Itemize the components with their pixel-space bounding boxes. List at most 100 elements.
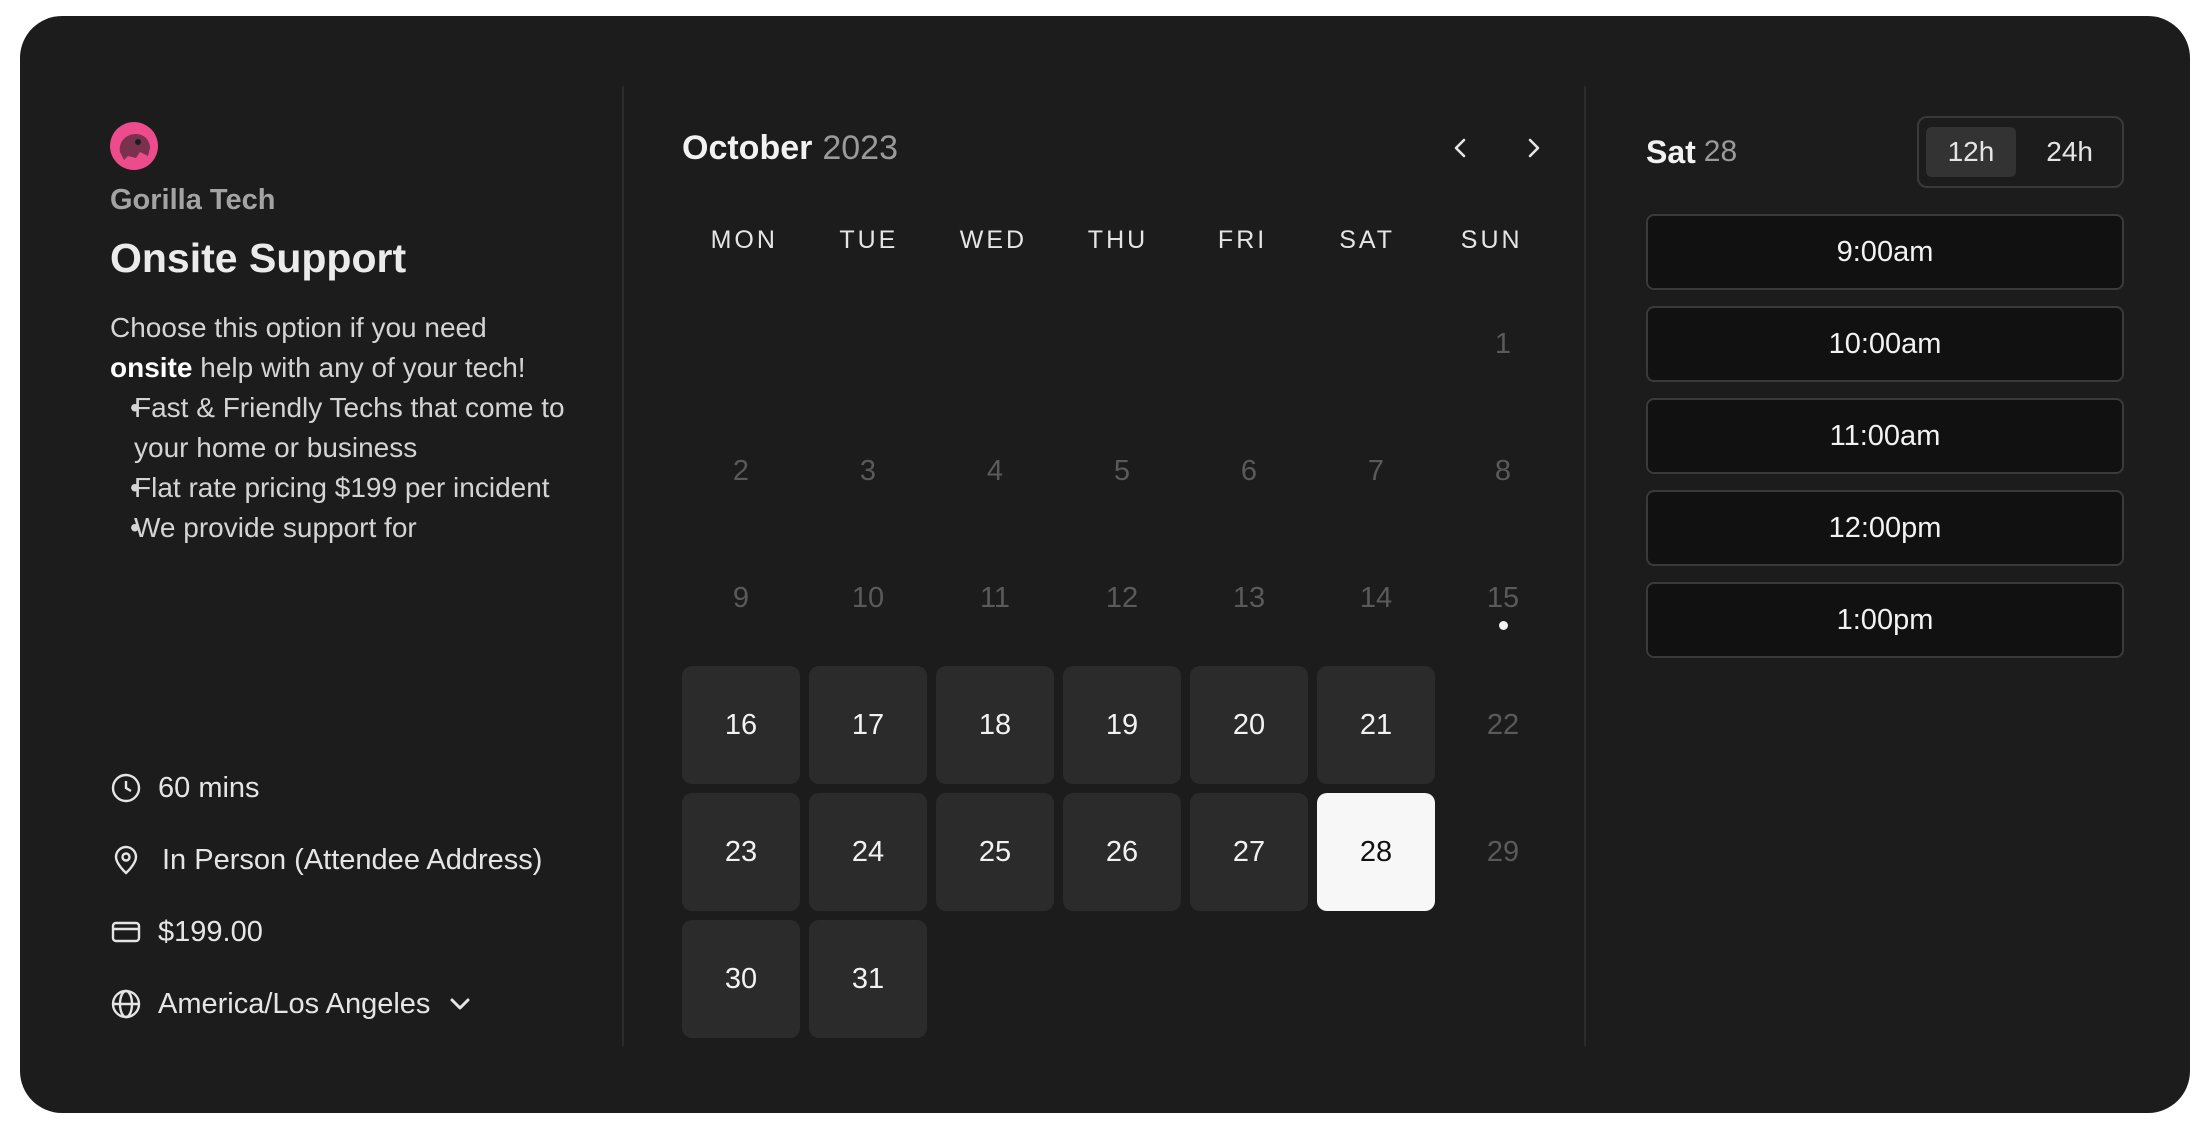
weekday-label: MON <box>710 226 778 254</box>
panel-divider <box>622 86 624 1046</box>
slot-list: 9:00am 10:00am 11:00am 12:00pm 1:00pm <box>1646 214 2124 658</box>
unavailable-day-cell: 29 <box>1444 793 1562 911</box>
available-day-button[interactable]: 30 <box>682 920 800 1038</box>
time-slots-panel: Sat 28 12h 24h 9:00am 10:00am 11:00am 12:00… <box>1646 116 2124 658</box>
description-intro: Choose this option if you need <box>110 312 487 343</box>
event-info-panel: Gorilla Tech Onsite Support Choose this … <box>110 122 580 664</box>
unavailable-day-cell: 7 <box>1317 412 1435 530</box>
day-number: 24 <box>851 835 885 868</box>
empty-day-cell <box>936 285 1054 403</box>
feature-item: We provide support for <box>130 508 580 548</box>
price-label: $199.00 <box>158 915 263 948</box>
next-month-button[interactable] <box>1512 127 1554 169</box>
day-number: 25 <box>978 835 1012 868</box>
day-number: 9 <box>732 581 750 614</box>
unavailable-day-cell: 1 <box>1444 285 1562 403</box>
month-navigation <box>1440 127 1554 169</box>
globe-icon <box>110 988 142 1020</box>
available-day-button[interactable]: 23 <box>682 793 800 911</box>
day-number: 23 <box>724 835 758 868</box>
empty-day-cell <box>809 285 927 403</box>
format-12h-button[interactable]: 12h <box>1925 127 2017 177</box>
available-day-button[interactable]: 31 <box>809 920 927 1038</box>
day-number: 30 <box>724 962 758 995</box>
today-indicator-dot <box>1499 621 1508 630</box>
day-number: 21 <box>1359 708 1393 741</box>
credit-card-icon <box>110 916 142 948</box>
selected-day-cell[interactable]: 28 <box>1317 793 1435 911</box>
available-day-button[interactable]: 21 <box>1317 666 1435 784</box>
day-number: 11 <box>979 581 1011 614</box>
day-number: 27 <box>1232 835 1266 868</box>
booking-card: Gorilla Tech Onsite Support Choose this … <box>20 16 2190 1113</box>
time-slot-button[interactable]: 11:00am <box>1646 398 2124 474</box>
available-day-button[interactable]: 24 <box>809 793 927 911</box>
chevron-down-icon <box>446 990 474 1018</box>
available-day-button[interactable]: 25 <box>936 793 1054 911</box>
unavailable-day-cell: 13 <box>1190 539 1308 657</box>
empty-day-cell <box>1190 285 1308 403</box>
unavailable-day-cell: 11 <box>936 539 1054 657</box>
unavailable-day-cell: 22 <box>1444 666 1562 784</box>
available-day-button[interactable]: 17 <box>809 666 927 784</box>
weekday-label: WED <box>959 226 1028 254</box>
weekday-header: MON TUE WED THU FRI SAT SUN <box>682 226 1554 255</box>
calendar: October 2023 MON TUE WED THU FRI SAT SUN… <box>682 122 1554 1038</box>
day-number: 10 <box>851 581 885 614</box>
available-day-button[interactable]: 27 <box>1190 793 1308 911</box>
event-title: Onsite Support <box>110 235 407 281</box>
day-grid: 1 2 3 4 5 6 7 8 9 10 11 12 13 14 15 16 17 18 19 20 21 22 23 24 2… <box>682 285 1554 1038</box>
price-row: $199.00 <box>110 896 542 968</box>
slots-header: Sat 28 12h 24h <box>1646 116 2124 188</box>
unavailable-day-cell: 12 <box>1063 539 1181 657</box>
format-24h-button[interactable]: 24h <box>2024 127 2115 177</box>
day-number: 5 <box>1113 454 1131 487</box>
time-slot-button[interactable]: 9:00am <box>1646 214 2124 290</box>
unavailable-day-cell: 10 <box>809 539 927 657</box>
day-number: 4 <box>986 454 1004 487</box>
day-number: 29 <box>1486 835 1520 868</box>
day-number: 18 <box>978 708 1012 741</box>
duration-row: 60 mins <box>110 752 542 824</box>
available-day-button[interactable]: 18 <box>936 666 1054 784</box>
timezone-select[interactable]: America/Los Angeles <box>110 968 542 1040</box>
empty-day-cell <box>1063 285 1181 403</box>
weekday-label: SUN <box>1460 226 1523 254</box>
unavailable-day-cell: 15 <box>1444 539 1562 657</box>
available-day-button[interactable]: 19 <box>1063 666 1181 784</box>
unavailable-day-cell: 5 <box>1063 412 1181 530</box>
day-number: 16 <box>724 708 758 741</box>
day-number: 7 <box>1367 454 1385 487</box>
day-number: 13 <box>1232 581 1266 614</box>
weekday-label: THU <box>1087 226 1149 254</box>
time-slot-button[interactable]: 10:00am <box>1646 306 2124 382</box>
empty-day-cell <box>1317 285 1435 403</box>
chevron-right-icon <box>1528 138 1540 158</box>
available-day-button[interactable]: 16 <box>682 666 800 784</box>
selected-date: 28 <box>1703 135 1738 168</box>
available-day-button[interactable]: 26 <box>1063 793 1181 911</box>
day-number: 2 <box>732 454 750 487</box>
timezone-label: America/Los Angeles <box>158 987 431 1020</box>
calendar-header: October 2023 <box>682 122 1554 174</box>
day-number: 22 <box>1486 708 1520 741</box>
previous-month-button[interactable] <box>1440 127 1482 169</box>
calendar-month: October <box>682 128 813 167</box>
time-slot-button[interactable]: 1:00pm <box>1646 582 2124 658</box>
unavailable-day-cell: 4 <box>936 412 1054 530</box>
day-number: 12 <box>1105 581 1139 614</box>
day-number: 1 <box>1494 327 1512 360</box>
day-number: 3 <box>859 454 877 487</box>
day-number: 31 <box>851 962 885 995</box>
location-row: In Person (Attendee Address) <box>110 824 542 896</box>
selected-weekday: Sat <box>1646 133 1696 170</box>
empty-day-cell <box>682 285 800 403</box>
available-day-button[interactable]: 20 <box>1190 666 1308 784</box>
event-description: Choose this option if you need onsite he… <box>110 308 580 664</box>
organization-name: Gorilla Tech <box>110 184 276 216</box>
chevron-left-icon <box>1454 138 1466 158</box>
clock-icon <box>110 772 142 804</box>
weekday-label: SAT <box>1339 226 1396 254</box>
weekday-label: TUE <box>839 226 899 254</box>
time-slot-button[interactable]: 12:00pm <box>1646 490 2124 566</box>
